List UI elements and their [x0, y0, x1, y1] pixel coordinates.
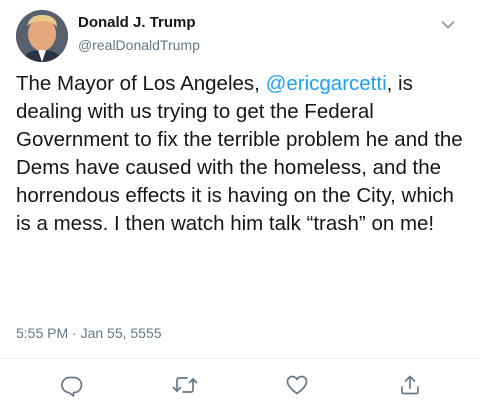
divider	[0, 358, 480, 359]
share-icon[interactable]	[397, 372, 423, 398]
author-name[interactable]: Donald J. Trump	[78, 14, 196, 31]
mention-link[interactable]: @ericgarcetti	[266, 72, 387, 95]
avatar[interactable]	[16, 10, 68, 62]
heart-icon[interactable]	[284, 372, 310, 398]
tweet-timestamp[interactable]: 5:55 PM · Jan 55, 5555	[16, 325, 162, 341]
chevron-down-icon[interactable]	[441, 17, 455, 29]
tweet-card: Donald J. Trump @realDonaldTrump The May…	[0, 0, 480, 410]
retweet-icon[interactable]	[172, 372, 198, 398]
avatar-image	[16, 10, 68, 62]
action-bar	[0, 370, 480, 400]
author-handle[interactable]: @realDonaldTrump	[78, 37, 200, 53]
tweet-text: The Mayor of Los Angeles, @ericgarcetti,…	[16, 70, 468, 238]
tweet-text-rest: , is dealing with us trying to get the F…	[16, 72, 463, 235]
tweet-text-start: The Mayor of Los Angeles,	[16, 72, 266, 95]
reply-icon[interactable]	[59, 372, 85, 398]
